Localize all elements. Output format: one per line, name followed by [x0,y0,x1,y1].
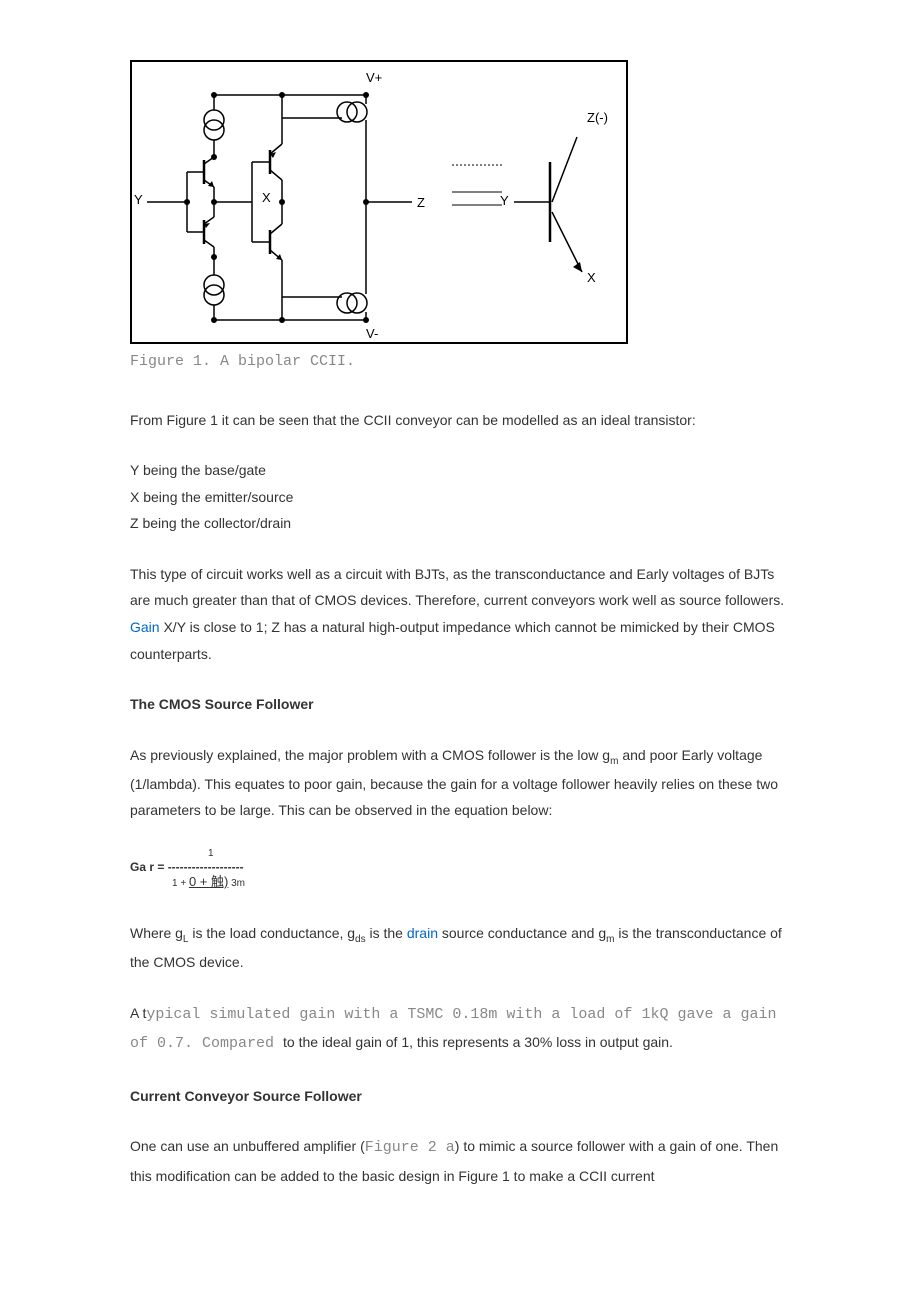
paragraph-unbuffered: One can use an unbuffered amplifier (Fig… [130,1133,790,1189]
label-x2: X [587,270,596,285]
label-y2: Y [500,193,509,208]
label-vplus: V+ [366,70,382,85]
figure-1-diagram: V+ V- Y [130,60,628,344]
circuit-svg: V+ V- Y [132,62,626,342]
paragraph-intro: From Figure 1 it can be seen that the CC… [130,407,790,434]
paragraph-cmos-problem: As previously explained, the major probl… [130,742,790,824]
label-z: Z [417,195,425,210]
figure-1-caption: Figure 1. A bipolar CCII. [130,348,790,377]
label-y: Y [134,192,143,207]
terminal-list: Y being the base/gate X being the emitte… [130,457,790,537]
drain-link[interactable]: drain [407,925,438,941]
label-x: X [262,190,271,205]
list-item-y: Y being the base/gate [130,457,790,484]
paragraph-where: Where gL is the load conductance, gds is… [130,920,790,975]
heading-cc-source-follower: Current Conveyor Source Follower [130,1083,790,1110]
paragraph-typical-gain: A typical simulated gain with a TSMC 0.1… [130,1000,790,1059]
gain-equation: 1 Ga r = ------------------- 1 + 0 + 触) … [130,848,790,890]
list-item-z: Z being the collector/drain [130,510,790,537]
label-zneg: Z(-) [587,110,608,125]
list-item-x: X being the emitter/source [130,484,790,511]
paragraph-bjt: This type of circuit works well as a cir… [130,561,790,667]
label-vminus: V- [366,326,378,341]
heading-cmos-follower: The CMOS Source Follower [130,691,790,718]
gain-link[interactable]: Gain [130,619,160,635]
